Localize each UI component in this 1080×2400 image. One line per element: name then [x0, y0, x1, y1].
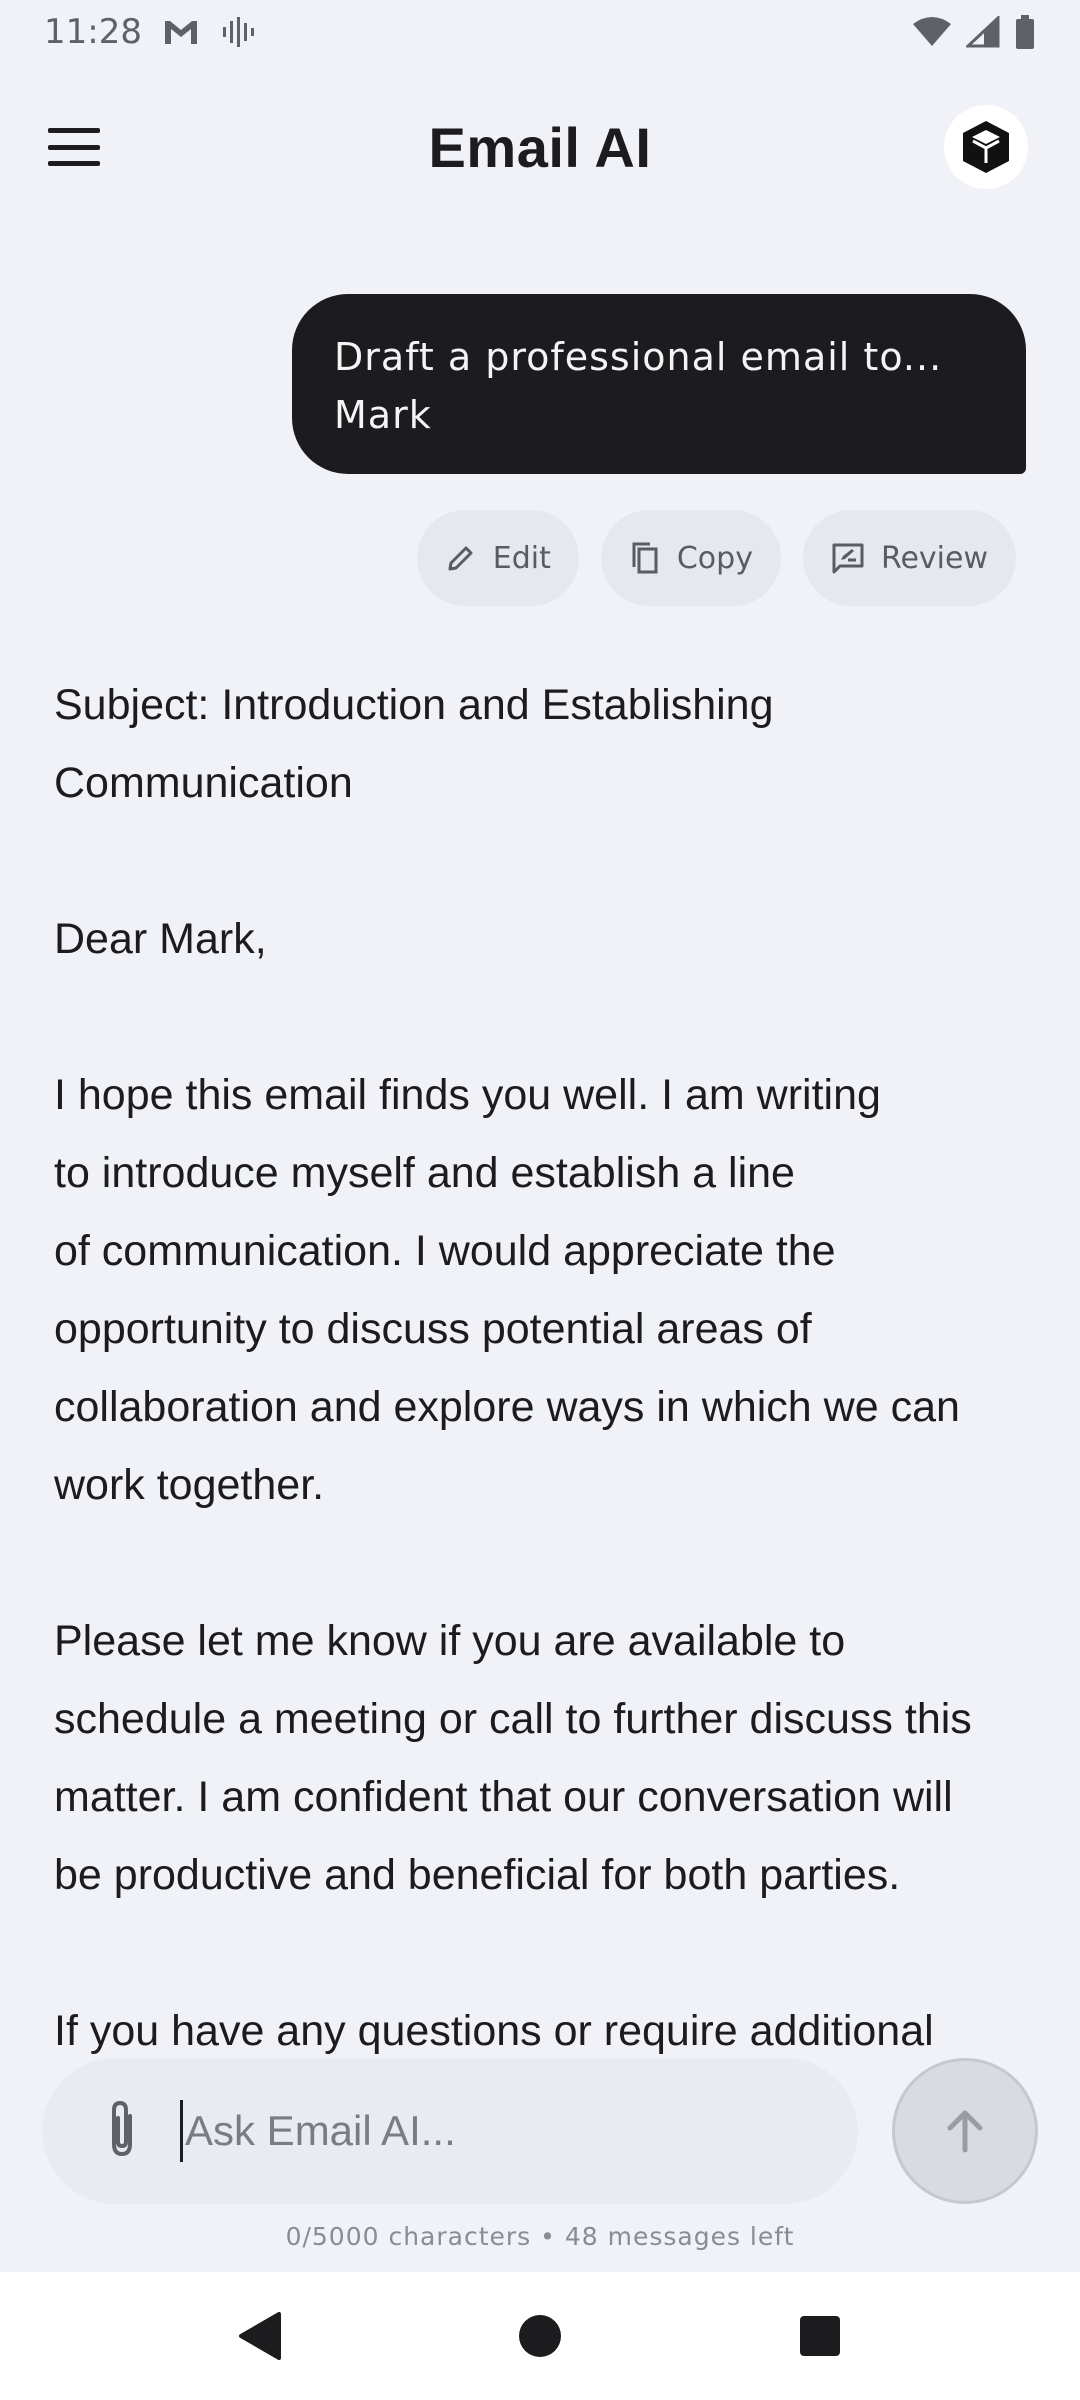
email-paragraph-line: opportunity to discuss potential areas o… [54, 1305, 812, 1353]
back-icon[interactable] [220, 2296, 300, 2376]
user-message-line: Draft a professional email to... [334, 335, 943, 379]
battery-icon [1014, 15, 1036, 49]
email-paragraph-line: to introduce myself and establish a line [54, 1149, 795, 1197]
user-message-line: Mark [334, 393, 432, 437]
ask-input[interactable] [185, 2107, 805, 2155]
cube-logo-icon[interactable] [944, 105, 1028, 189]
cell-signal-icon [966, 16, 1000, 48]
email-paragraph-line: matter. I am confident that our conversa… [54, 1773, 953, 1821]
email-greeting: Dear Mark, [54, 915, 267, 963]
paperclip-icon[interactable] [102, 2098, 142, 2165]
app-header: Email AI [0, 92, 1080, 202]
character-counter: 0/5000 characters • 48 messages left [285, 2222, 795, 2251]
review-label: Review [880, 540, 988, 576]
copy-button[interactable]: Copy [600, 510, 781, 606]
email-paragraph-line: schedule a meeting or call to further di… [54, 1695, 972, 1743]
email-paragraph-line: collaboration and explore ways in which … [54, 1383, 960, 1431]
email-paragraph-line: work together. [54, 1461, 325, 1509]
email-ai-screen: 11:28 Email AI Draft a professional emai… [0, 0, 1080, 2400]
email-paragraph-line: I hope this email finds you well. I am w… [54, 1071, 881, 1119]
home-icon[interactable] [500, 2296, 580, 2376]
review-button[interactable]: Review [802, 510, 1016, 606]
email-paragraph-line: be productive and beneficial for both pa… [54, 1851, 901, 1899]
gmail-icon [162, 17, 200, 47]
edit-button[interactable]: Edit [416, 510, 579, 606]
email-response: Subject: Introduction and Establishing C… [54, 666, 1034, 2061]
email-paragraph-line: of communication. I would appreciate the [54, 1227, 836, 1275]
email-paragraph-line: If you have any questions or require add… [54, 2007, 934, 2055]
wifi-icon [912, 16, 952, 48]
edit-label: Edit [492, 540, 551, 576]
email-paragraph-line: Please let me know if you are available … [54, 1617, 846, 1665]
message-actions: Edit Copy Review [416, 510, 1016, 606]
system-nav-bar [0, 2272, 1080, 2400]
page-title: Email AI [428, 115, 652, 179]
status-left: 11:28 [44, 12, 254, 52]
voice-wave-icon [220, 15, 254, 49]
composer [42, 2058, 858, 2204]
review-icon [832, 543, 864, 574]
pencil-icon [448, 546, 473, 571]
status-bar: 11:28 [0, 0, 1080, 64]
email-subject-line: Subject: Introduction and Establishing [54, 681, 774, 729]
copy-icon [632, 542, 658, 574]
status-time: 11:28 [44, 12, 142, 52]
hamburger-menu-icon[interactable] [44, 122, 104, 172]
copy-label: Copy [676, 540, 753, 576]
status-right [912, 15, 1036, 49]
send-button[interactable] [892, 2058, 1038, 2204]
user-message-bubble: Draft a professional email to... Mark [292, 294, 1026, 474]
text-cursor [180, 2100, 183, 2162]
recents-icon[interactable] [780, 2296, 860, 2376]
email-subject-line: Communication [54, 759, 353, 807]
arrow-up-icon [947, 2110, 983, 2153]
